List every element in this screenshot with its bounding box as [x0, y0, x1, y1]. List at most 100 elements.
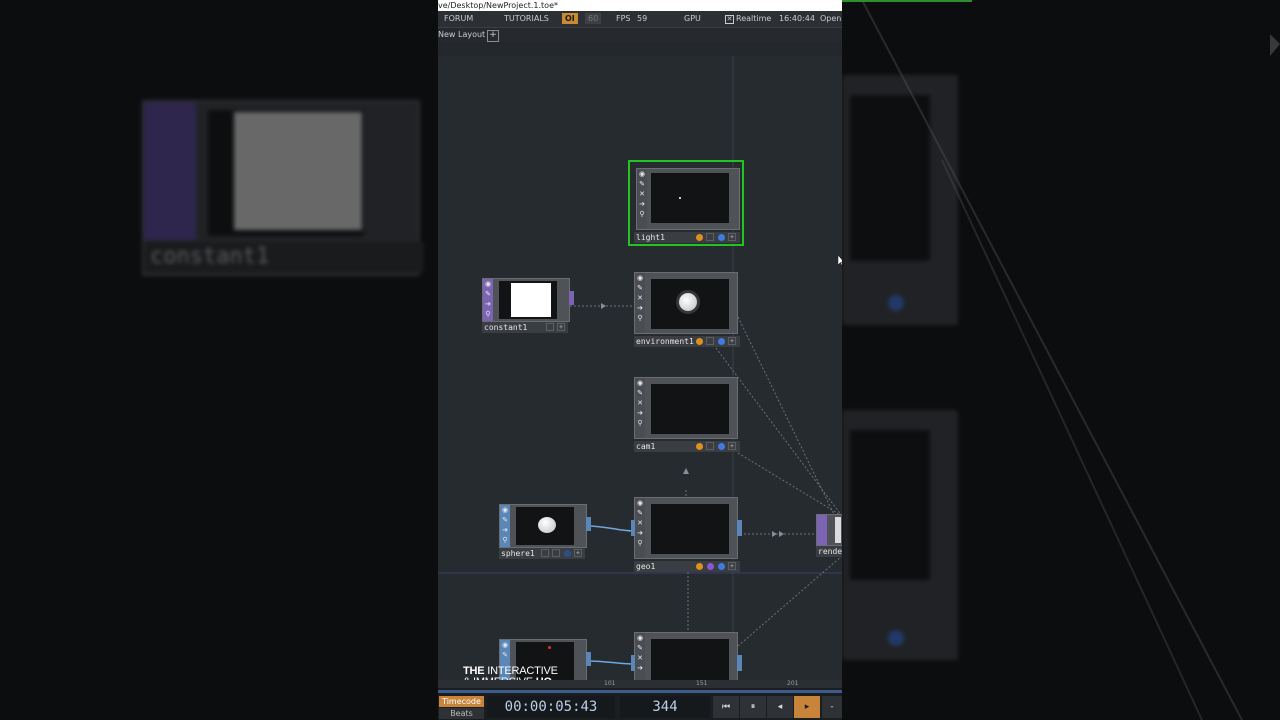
flag-purple-icon[interactable] [707, 563, 714, 570]
cross-icon[interactable]: ✕ [637, 189, 647, 199]
node-light1[interactable]: ◉ ✎ ✕ ➔ ⚲ light1 + [628, 160, 744, 246]
timecode-toggle[interactable]: Timecode [439, 696, 484, 707]
pause-button[interactable]: ⏸ [740, 696, 766, 718]
flag-empty-icon[interactable] [706, 442, 714, 450]
input-connector[interactable] [631, 520, 635, 536]
eye-icon[interactable]: ◉ [635, 498, 645, 508]
cross-icon[interactable]: ✕ [635, 293, 645, 303]
realtime-checkbox[interactable]: ✕ [725, 15, 734, 24]
flag-blue-icon[interactable] [718, 338, 725, 345]
node-label-sphere1[interactable]: sphere1 + [499, 548, 585, 559]
node-label-render[interactable]: rende [816, 546, 842, 557]
layout-tab[interactable]: New Layout [438, 28, 485, 42]
output-connector[interactable] [586, 517, 591, 531]
plus-icon[interactable]: + [574, 549, 582, 557]
node-sphere1[interactable]: ◉ ✎ ➔ ⚲ sphere1 + [499, 504, 591, 560]
cross-icon[interactable]: ✕ [635, 653, 645, 663]
gpu-button[interactable]: GPU [684, 11, 701, 27]
forum-button[interactable]: FORUM [444, 11, 473, 27]
plus-icon[interactable]: + [728, 562, 736, 570]
menu-bar: FORUM TUTORIALS OI 60 FPS 59 GPU ✕ Realt… [438, 11, 842, 28]
node-name: constant1 [484, 323, 528, 332]
eye-icon[interactable]: ◉ [500, 505, 510, 515]
arrow-icon[interactable]: ➔ [483, 299, 493, 309]
flag-empty-icon[interactable] [541, 549, 549, 557]
flag-orange-icon[interactable] [696, 563, 703, 570]
cross-icon[interactable]: ✕ [635, 398, 645, 408]
node-geo1[interactable]: ◉ ✎ ✕ ➔ ⚲ geo1 + [631, 497, 742, 573]
timeline-ruler[interactable]: 101 151 201 [438, 680, 842, 688]
pencil-icon[interactable]: ✎ [483, 289, 493, 299]
flag-blue-icon[interactable] [718, 443, 725, 450]
arrow-icon[interactable]: ➔ [635, 303, 645, 313]
pencil-icon[interactable]: ✎ [637, 179, 647, 189]
eye-icon[interactable]: ◉ [635, 633, 645, 643]
wrench-icon[interactable]: ⚲ [635, 418, 645, 428]
output-connector[interactable] [737, 655, 742, 671]
open-button[interactable]: Open [820, 11, 841, 27]
node-label-geo1[interactable]: geo1 + [634, 561, 740, 572]
node-cam1[interactable]: ◉ ✎ ✕ ➔ ⚲ cam1 + [634, 377, 740, 453]
output-connector[interactable] [586, 652, 591, 666]
flag-empty-icon[interactable] [546, 323, 554, 331]
wrench-icon[interactable]: ⚲ [500, 535, 510, 545]
pencil-icon[interactable]: ✎ [635, 508, 645, 518]
add-layout-button[interactable]: + [487, 30, 499, 42]
eye-icon[interactable]: ◉ [500, 640, 510, 650]
node-constant1[interactable]: ◉ ✎ ➔ ⚲ constant1 + [482, 278, 574, 334]
wrench-icon[interactable]: ⚲ [483, 309, 493, 319]
step-back-button[interactable]: ◂ [767, 696, 793, 718]
output-connector[interactable] [569, 291, 574, 305]
timecode-display[interactable]: 00:00:05:43 [487, 696, 615, 718]
flag-blue-icon[interactable] [718, 234, 725, 241]
rewind-button[interactable]: ⏮ [713, 696, 739, 718]
minus-button[interactable]: - [822, 696, 842, 718]
node-label-environment1[interactable]: environment1 + [634, 336, 740, 347]
tutorials-button[interactable]: TUTORIALS [504, 11, 549, 27]
flag-blue-icon[interactable] [718, 563, 725, 570]
flag-empty-icon[interactable] [706, 233, 714, 241]
flag-orange-icon[interactable] [696, 234, 703, 241]
input-connector[interactable] [631, 655, 635, 671]
arrow-icon[interactable]: ➔ [635, 528, 645, 538]
eye-icon[interactable]: ◉ [637, 169, 647, 179]
pencil-icon[interactable]: ✎ [635, 643, 645, 653]
node-label-light1[interactable]: light1 + [634, 232, 740, 243]
arrow-icon[interactable]: ➔ [500, 525, 510, 535]
node-partial-right[interactable]: ◉ ✎ ✕ ➔ [631, 632, 742, 694]
node-environment1[interactable]: ◉ ✎ ✕ ➔ ⚲ environment1 + [634, 272, 740, 348]
flag-orange-icon[interactable] [696, 443, 703, 450]
plus-icon[interactable]: + [728, 442, 736, 450]
plus-icon[interactable]: + [728, 337, 736, 345]
node-label-cam1[interactable]: cam1 + [634, 441, 740, 452]
flag-blue-icon[interactable] [564, 550, 571, 557]
flag-empty-icon[interactable] [552, 549, 560, 557]
pencil-icon[interactable]: ✎ [635, 283, 645, 293]
flag-empty-icon[interactable] [706, 337, 714, 345]
oi-button[interactable]: OI [562, 13, 578, 24]
fps-target[interactable]: 60 [585, 13, 602, 24]
pencil-icon[interactable]: ✎ [500, 515, 510, 525]
plus-icon[interactable]: + [728, 233, 736, 241]
eye-icon[interactable]: ◉ [635, 378, 645, 388]
play-button[interactable]: ▸ [794, 696, 820, 718]
frame-display[interactable]: 344 [620, 696, 710, 718]
pencil-icon[interactable]: ✎ [500, 650, 510, 660]
eye-icon[interactable]: ◉ [635, 273, 645, 283]
beats-toggle[interactable]: Beats [439, 708, 484, 719]
arrow-icon[interactable]: ➔ [637, 199, 647, 209]
arrow-icon[interactable]: ➔ [635, 408, 645, 418]
cross-icon[interactable]: ✕ [635, 518, 645, 528]
eye-icon[interactable]: ◉ [483, 279, 493, 289]
pencil-icon[interactable]: ✎ [635, 388, 645, 398]
node-render[interactable]: rende [816, 514, 842, 560]
node-label-constant1[interactable]: constant1 + [482, 322, 568, 333]
flag-orange-icon[interactable] [696, 338, 703, 345]
wrench-icon[interactable]: ⚲ [635, 313, 645, 323]
wrench-icon[interactable]: ⚲ [635, 538, 645, 548]
arrow-icon[interactable]: ➔ [635, 663, 645, 673]
wrench-icon[interactable]: ⚲ [637, 209, 647, 219]
network-editor[interactable]: ◉ ✎ ✕ ➔ ⚲ light1 + ◉ ✎ ➔ ⚲ constant1 + ◉… [438, 56, 842, 694]
output-connector[interactable] [737, 520, 742, 536]
plus-icon[interactable]: + [557, 323, 565, 331]
